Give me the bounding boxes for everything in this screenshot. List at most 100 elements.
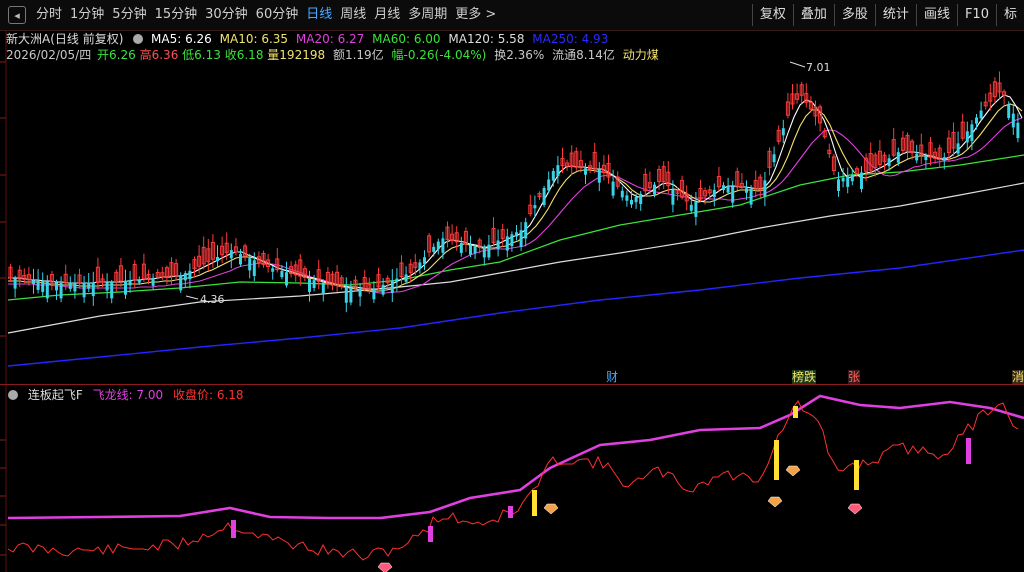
candle-down	[487, 244, 491, 258]
candle-down	[887, 158, 891, 167]
volume-value: 量192198	[267, 48, 326, 62]
signal-bar	[428, 526, 433, 542]
candle-down	[515, 232, 518, 237]
toolbar-button-0[interactable]: 复权	[751, 4, 793, 26]
indicator-name[interactable]: 连板起飞F	[28, 388, 83, 402]
candle-down	[524, 222, 528, 239]
ma60-value: MA60: 6.00	[372, 32, 441, 46]
low-value: 低6.13	[182, 48, 221, 62]
candle-down	[110, 281, 114, 299]
tab-timeframe-10[interactable]: 更多 >	[451, 0, 500, 30]
tab-timeframe-5[interactable]: 60分钟	[252, 0, 303, 30]
price-chart[interactable]: 7.01 4.36	[0, 0, 1024, 572]
sector-value: 动力煤	[622, 48, 659, 62]
candle-down	[956, 143, 960, 154]
candle-down	[239, 254, 242, 265]
tab-timeframe-0[interactable]: 分时	[32, 0, 66, 30]
candle-down	[459, 242, 463, 253]
candle-down	[653, 184, 656, 195]
candle-down	[441, 238, 445, 253]
candle-down	[59, 282, 63, 299]
candle-down	[36, 280, 40, 290]
candle-down	[694, 202, 698, 217]
collapse-icon[interactable]: ◂	[8, 6, 26, 24]
candle-down	[216, 257, 219, 262]
candle-down	[726, 185, 730, 193]
amount-value: 额1.19亿	[332, 48, 384, 62]
candle-down	[763, 180, 767, 197]
signal-bar	[508, 506, 513, 518]
signal-bar	[793, 406, 798, 418]
dragon-line-value: 飞龙线: 7.00	[92, 388, 164, 402]
tab-timeframe-2[interactable]: 5分钟	[108, 0, 150, 30]
ma5-value: MA5: 6.26	[151, 32, 212, 46]
close-line	[7, 400, 1019, 561]
toolbar-button-2[interactable]: 多股	[833, 4, 875, 26]
candle-down	[860, 172, 863, 189]
candle-down	[188, 270, 192, 280]
tab-timeframe-8[interactable]: 月线	[370, 0, 404, 30]
candle-down	[846, 176, 850, 187]
candle-down	[689, 204, 693, 211]
candle-down	[671, 189, 675, 205]
candle-down	[611, 181, 615, 196]
indicator-eye-icon[interactable]	[8, 390, 18, 400]
high-value: 高6.36	[139, 48, 179, 62]
candle-down	[970, 124, 974, 141]
candle-down	[358, 288, 362, 297]
candle-down	[55, 282, 58, 291]
ma250-value: MA250: 4.93	[532, 32, 609, 46]
event-marker-limit[interactable]: 张	[848, 370, 861, 384]
eye-icon[interactable]	[133, 34, 144, 44]
candle-down	[597, 169, 601, 183]
toolbar: ◂ 分时 1分钟 5分钟 15分钟 30分钟 60分钟 日线 周线 月线 多周期 更多 > 复权 叠加…	[0, 0, 1024, 31]
signal-bar	[532, 490, 537, 516]
dragon-line	[7, 394, 1024, 520]
gem-marker	[377, 562, 393, 572]
candle-down	[321, 282, 325, 294]
tab-timeframe-1[interactable]: 1分钟	[66, 0, 108, 30]
ma120-value: MA120: 5.58	[448, 32, 525, 46]
ma10-value: MA10: 6.35	[219, 32, 289, 46]
event-marker-news[interactable]: 消	[1012, 370, 1024, 384]
close-value: 收6.18	[224, 48, 264, 62]
candle-down	[630, 200, 633, 205]
candle-down	[712, 189, 716, 198]
toolbar-button-1[interactable]: 叠加	[792, 4, 834, 26]
candle-down	[915, 153, 919, 161]
candle-down	[896, 152, 900, 163]
signal-bar	[966, 438, 971, 464]
candle-down	[533, 205, 537, 209]
indicator-header: 连板起飞F 飞龙线: 7.00 收盘价: 6.18	[6, 387, 250, 403]
candle-down	[124, 280, 127, 295]
candle-down	[837, 179, 840, 192]
candle-down	[395, 278, 399, 282]
tab-timeframe-6[interactable]: 日线	[302, 0, 336, 30]
tab-timeframe-4[interactable]: 30分钟	[201, 0, 252, 30]
candle-down	[942, 157, 946, 161]
ma10-line	[8, 103, 1023, 292]
tab-timeframe-3[interactable]: 15分钟	[151, 0, 202, 30]
candle-down	[1007, 104, 1011, 118]
close-line-value: 收盘价: 6.18	[172, 388, 244, 402]
candle-down	[91, 282, 95, 297]
event-marker-rank[interactable]: 榜跌	[792, 370, 817, 384]
gem-marker	[847, 503, 863, 515]
candle-down	[639, 193, 643, 205]
candle-down	[496, 240, 500, 249]
tab-timeframe-9[interactable]: 多周期	[404, 0, 451, 30]
candle-down	[285, 272, 288, 286]
high-arrow	[789, 61, 806, 68]
tab-timeframe-7[interactable]: 周线	[336, 0, 370, 30]
candle-down	[418, 262, 422, 269]
candle-down	[87, 282, 91, 289]
toolbar-button-6[interactable]: 标	[995, 4, 1024, 26]
gem-marker	[767, 496, 783, 508]
event-marker-fin[interactable]: 财	[606, 370, 618, 384]
toolbar-button-5[interactable]: F10	[956, 4, 996, 26]
toolbar-button-3[interactable]: 统计	[874, 4, 916, 26]
open-value: 开6.26	[97, 48, 136, 62]
panel-divider[interactable]	[0, 384, 1024, 385]
turnover-value: 换2.36%	[494, 48, 545, 62]
toolbar-button-4[interactable]: 画线	[915, 4, 957, 26]
